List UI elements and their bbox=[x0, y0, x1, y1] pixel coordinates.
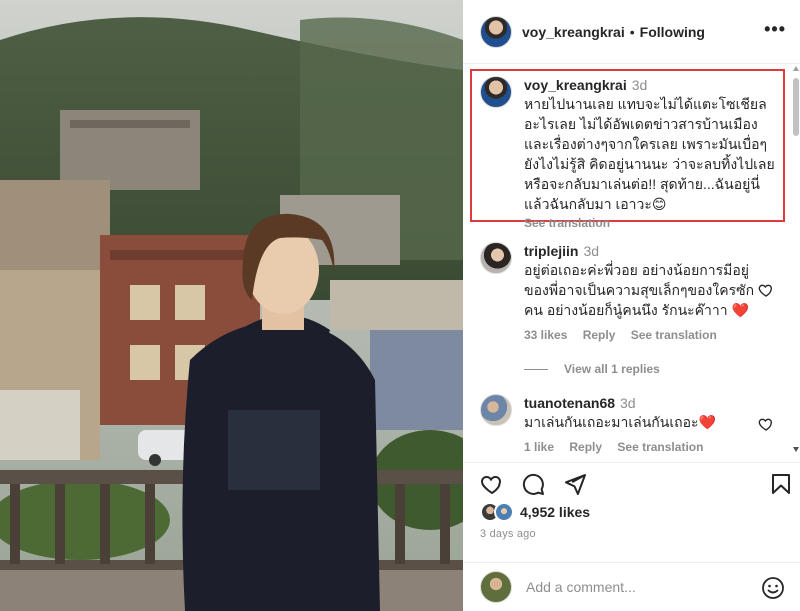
comment-author[interactable]: triplejiin bbox=[524, 243, 578, 259]
caption-text: หายไปนานเลย แทบจะไม่ได้แตะโซเชียลอะไรเลย… bbox=[524, 96, 775, 212]
replies-rule bbox=[524, 368, 548, 370]
comments-list[interactable]: voy_kreangkrai 3d หายไปนานเลย แทบจะไม่ได้… bbox=[463, 64, 800, 462]
post-photo-scene bbox=[0, 0, 463, 611]
share-icon[interactable] bbox=[563, 472, 587, 496]
liker-avatar bbox=[494, 502, 514, 522]
author-avatar[interactable] bbox=[480, 15, 512, 48]
scrollbar-thumb[interactable] bbox=[793, 78, 799, 136]
comment-icon[interactable] bbox=[521, 472, 545, 496]
comment-like-heart-icon[interactable] bbox=[758, 282, 774, 298]
smiley-icon[interactable] bbox=[761, 576, 785, 600]
comment-likes[interactable]: 33 likes bbox=[524, 328, 567, 342]
comment-time[interactable]: 3d bbox=[620, 395, 636, 411]
comment-time[interactable]: 3d bbox=[583, 243, 599, 259]
comment-see-translation[interactable]: See translation bbox=[631, 328, 717, 342]
heart-icon[interactable] bbox=[480, 472, 504, 496]
comment-likes[interactable]: 1 like bbox=[524, 440, 554, 454]
comment-author[interactable]: tuanotenan68 bbox=[524, 395, 615, 411]
post-photo[interactable] bbox=[0, 0, 463, 611]
add-comment-input[interactable] bbox=[526, 579, 746, 595]
commenter-avatar[interactable] bbox=[480, 242, 512, 274]
scroll-down-arrow-icon[interactable] bbox=[793, 447, 799, 452]
action-bar bbox=[463, 462, 800, 502]
view-replies-label: View all 1 replies bbox=[564, 362, 660, 376]
post-detail-panel: voy_kreangkrai • Following ••• voy_krean… bbox=[463, 0, 800, 611]
comment-text: อยู่ต่อเถอะค่ะพี่วอย อย่างน้อยการมีอยู่ข… bbox=[524, 262, 755, 318]
scroll-up-arrow-icon[interactable] bbox=[793, 66, 799, 71]
comment-meta: 33 likes Reply See translation bbox=[524, 328, 764, 342]
comment-reply-button[interactable]: Reply bbox=[569, 440, 602, 454]
likes-row[interactable]: 4,952 likes bbox=[480, 502, 590, 522]
caption-time[interactable]: 3d bbox=[632, 77, 648, 93]
commenter-avatar[interactable] bbox=[480, 394, 512, 426]
more-options-icon[interactable]: ••• bbox=[764, 20, 786, 38]
separator-dot: • bbox=[629, 23, 635, 40]
post-date[interactable]: 3 days ago bbox=[480, 528, 536, 540]
comment-reply-button[interactable]: Reply bbox=[583, 328, 616, 342]
author-username[interactable]: voy_kreangkrai bbox=[522, 24, 625, 40]
current-user-avatar bbox=[480, 571, 512, 603]
comment-meta: 1 like Reply See translation bbox=[524, 440, 764, 454]
caption-author[interactable]: voy_kreangkrai bbox=[524, 77, 627, 93]
following-button[interactable]: Following bbox=[640, 24, 705, 40]
comment-see-translation[interactable]: See translation bbox=[617, 440, 703, 454]
comment-text: มาเล่นกันเถอะมาเล่นกันเถอะ❤️ bbox=[524, 414, 716, 430]
caption-author-avatar[interactable] bbox=[480, 76, 512, 108]
view-replies-link[interactable]: View all 1 replies bbox=[524, 362, 660, 376]
likes-count[interactable]: 4,952 likes bbox=[520, 504, 590, 520]
add-comment-bar bbox=[463, 562, 800, 611]
bookmark-icon[interactable] bbox=[769, 472, 793, 496]
comment-like-heart-icon[interactable] bbox=[758, 416, 774, 432]
caption-see-translation[interactable]: See translation bbox=[524, 216, 776, 230]
comments-scrollbar[interactable] bbox=[793, 66, 799, 452]
post-header: voy_kreangkrai • Following ••• bbox=[463, 0, 800, 64]
